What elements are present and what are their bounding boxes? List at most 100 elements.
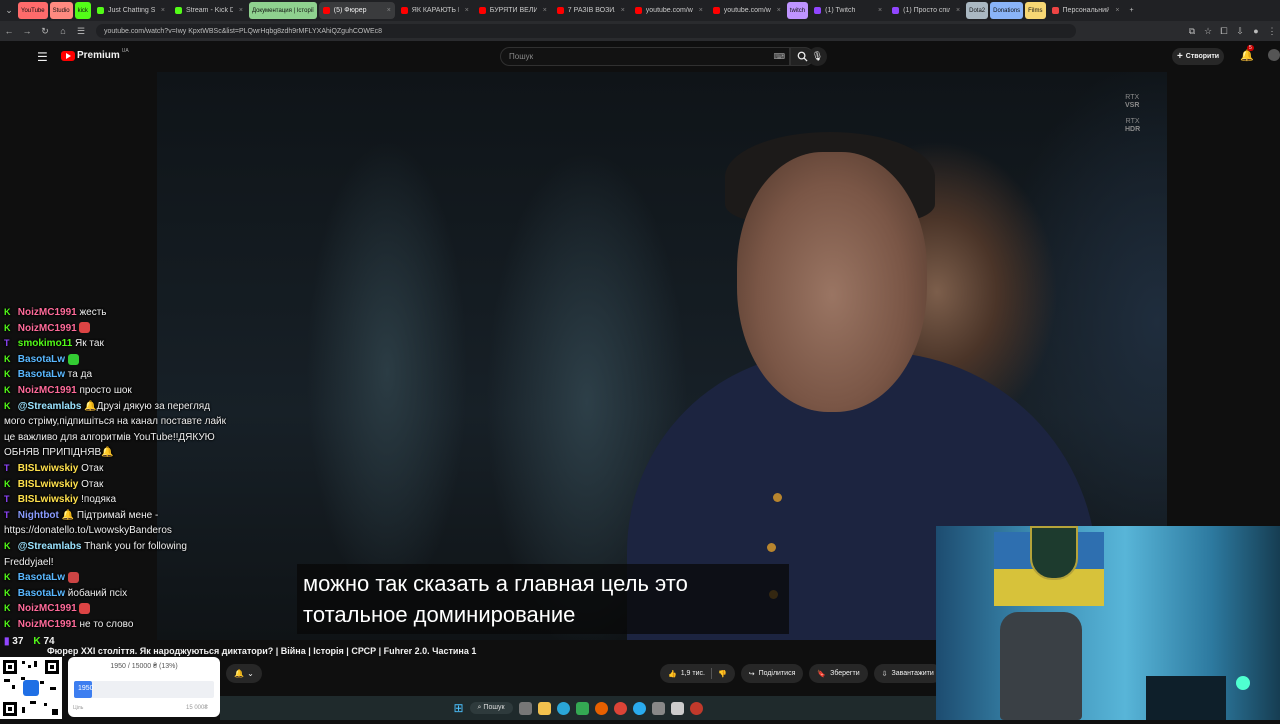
tab-search-icon[interactable]: ⌄ — [0, 5, 18, 16]
tab-close-icon[interactable]: × — [1115, 7, 1119, 14]
browser-tab[interactable]: youtube.com/w × — [631, 2, 707, 19]
tab-close-icon[interactable]: × — [956, 7, 960, 14]
bookmark-item[interactable]: kick — [74, 2, 91, 19]
bookmark-item[interactable]: Документация | Історії — [248, 2, 317, 19]
browser-tab[interactable]: (1) Просто спіл × — [888, 2, 964, 19]
tab-favicon-icon — [1051, 7, 1059, 14]
chat-message: K BasotaLw та да — [0, 367, 232, 383]
profile-icon[interactable]: ● — [1248, 26, 1264, 36]
voice-search-button[interactable]: 🎙 — [808, 47, 827, 66]
chat-message: T BISLwiwskiy !подяка — [0, 492, 232, 508]
chat-message: T BISLwiwskiy Отак — [0, 461, 232, 477]
download-button[interactable]: ⇩ Завантажити — [873, 664, 942, 683]
browser-tab[interactable]: (1) Twitch × — [810, 2, 886, 19]
tab-favicon-icon — [174, 7, 182, 14]
xbox-icon[interactable] — [575, 701, 589, 715]
share-button[interactable]: ↪ Поділитися — [740, 664, 804, 683]
url-field[interactable]: youtube.com/watch?v=Iwy KpxtWBSc&list=PL… — [96, 24, 1076, 38]
shirt-button-2 — [767, 543, 776, 552]
kick-icon: K — [4, 587, 11, 598]
tab-close-icon[interactable]: × — [161, 7, 165, 14]
extensions-icon[interactable]: ⧠ — [1216, 26, 1232, 37]
steam-icon[interactable] — [689, 701, 703, 715]
chat-username: BasotaLw — [17, 353, 66, 365]
like-button[interactable]: 👍 1,9 тис. 👎 — [660, 664, 735, 683]
chat-username: BasotaLw — [17, 369, 66, 381]
menu-icon[interactable]: ⋮ — [1264, 26, 1280, 37]
browser-tab[interactable]: Персональний × — [1048, 2, 1124, 19]
chevron-down-icon: ⌄ — [247, 669, 254, 678]
bookmark-item[interactable]: Donations — [990, 2, 1024, 19]
windows-start-icon[interactable]: ⊞ — [453, 701, 463, 715]
kick-icon: K — [4, 384, 11, 395]
bookmark-item[interactable]: YouTube — [18, 2, 48, 19]
downloads-icon[interactable]: ⇩ — [1232, 26, 1248, 37]
install-icon[interactable]: ⧉ — [1184, 26, 1200, 37]
tab-close-icon[interactable]: × — [387, 7, 391, 14]
back-icon[interactable]: ← — [0, 26, 18, 36]
search-icon — [797, 51, 808, 62]
new-tab-icon[interactable]: + — [1126, 2, 1138, 19]
chat-text: просто шок — [79, 384, 132, 396]
tab-close-icon[interactable]: × — [699, 7, 703, 14]
tab-close-icon[interactable]: × — [465, 7, 469, 14]
home-icon[interactable]: ⌂ — [54, 26, 72, 36]
browser-tab[interactable]: БУРЯТИ ВЕЛИ × — [475, 2, 551, 19]
browser-tab[interactable]: 7 РАЗІВ ВОЗИЛИ × — [553, 2, 629, 19]
obs-icon[interactable] — [670, 701, 684, 715]
forward-icon[interactable]: → — [18, 26, 36, 36]
save-button[interactable]: 🔖 Зберегти — [809, 664, 868, 683]
browser-tab[interactable]: ЯК КАРАЮТЬ М × — [397, 2, 473, 19]
viewer-counts: ▮ 37 K 74 — [4, 636, 55, 647]
browser-tab[interactable]: youtube.com/w × — [709, 2, 785, 19]
tab-close-icon[interactable]: × — [777, 7, 781, 14]
bookmark-item[interactable]: twitch — [786, 2, 809, 19]
bookmark-label: Films — [1028, 7, 1043, 14]
donation-progress-text: 1950 / 15000 ₴ (13%) — [110, 663, 178, 670]
stream-chat-overlay: K NoizMC1991 жесть K NoizMC1991 T smokimo… — [0, 305, 232, 640]
app-icon[interactable] — [651, 701, 665, 715]
chat-username: BasotaLw — [17, 572, 66, 584]
edge-browser-icon[interactable] — [556, 701, 570, 715]
task-view-icon[interactable] — [518, 701, 532, 715]
chat-message: K NoizMC1991 жесть — [0, 305, 232, 321]
browser-tab[interactable]: (5) Фюрер × — [318, 2, 395, 19]
bookmark-item[interactable]: Films — [1025, 2, 1046, 19]
file-explorer-icon[interactable] — [537, 701, 551, 715]
kick-icon: K — [4, 307, 11, 317]
subscribe-bell-button[interactable]: 🔔 ⌄ — [226, 664, 262, 683]
chat-message: K @Streamlabs Thank you for following Fr… — [0, 539, 232, 570]
thumbs-down-icon[interactable]: 👎 — [718, 670, 727, 678]
firefox-icon[interactable] — [594, 701, 608, 715]
hamburger-menu-icon[interactable]: ☰ — [37, 50, 48, 64]
site-settings-icon[interactable]: ☰ — [72, 26, 90, 37]
bookmark-item[interactable]: Studio — [49, 2, 73, 19]
bookmark-item[interactable]: Dota2 — [966, 2, 989, 19]
search-input[interactable]: Пошук ⌨ — [500, 47, 790, 66]
kick-icon: K — [4, 353, 11, 364]
create-button[interactable]: + Створити — [1172, 48, 1224, 65]
gaming-chair — [1000, 612, 1082, 720]
chrome-icon[interactable] — [613, 701, 627, 715]
chat-message: T smokimo11 Як так — [0, 336, 232, 352]
chat-message: K BasotaLw — [0, 352, 232, 368]
emote-icon — [67, 571, 79, 583]
browser-tab[interactable]: Just Chatting St × — [93, 2, 169, 19]
bookmark-star-icon[interactable]: ☆ — [1200, 26, 1216, 37]
tab-close-icon[interactable]: × — [878, 7, 882, 14]
youtube-logo[interactable]: Premium UA — [61, 48, 129, 61]
telegram-icon[interactable] — [632, 701, 646, 715]
chat-username: NoizMC1991 — [17, 322, 77, 334]
browser-tab-strip: ⌄ YouTube Studio kick Just Chatting St × Stre… — [0, 0, 1280, 21]
tab-close-icon[interactable]: × — [621, 7, 625, 14]
tab-close-icon[interactable]: × — [543, 7, 547, 14]
tab-close-icon[interactable]: × — [239, 7, 243, 14]
reload-icon[interactable]: ↻ — [36, 26, 54, 37]
taskbar-search[interactable]: ⌕ Пошук — [469, 702, 513, 714]
chat-message: K NoizMC1991 — [0, 321, 232, 337]
avatar[interactable] — [1268, 49, 1280, 61]
download-icon: ⇩ — [881, 670, 888, 678]
keyboard-icon[interactable]: ⌨ — [773, 52, 785, 61]
browser-tab[interactable]: Stream - Kick Da × — [171, 2, 247, 19]
chat-username: @Streamlabs — [17, 540, 82, 552]
